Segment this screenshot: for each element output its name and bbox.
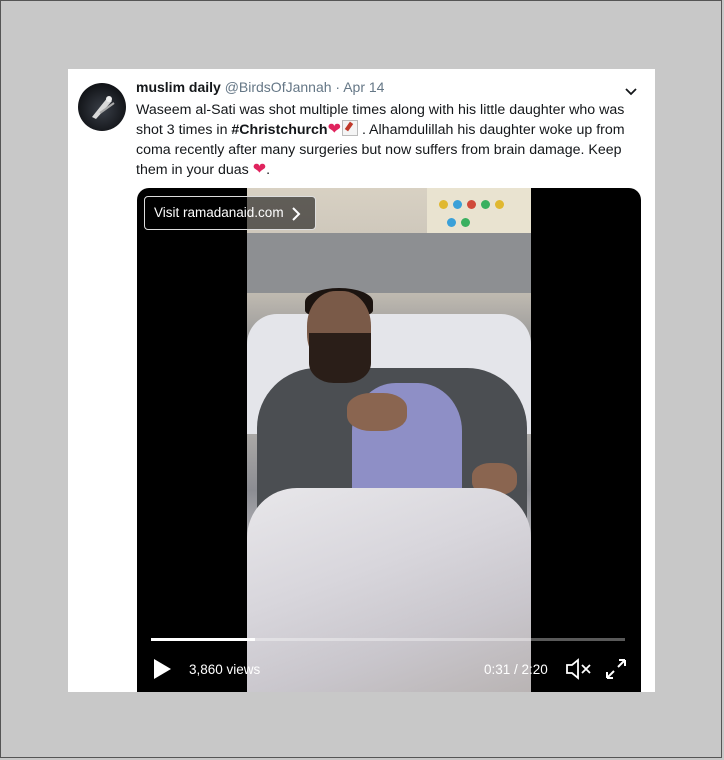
tweet-text-end: . (266, 162, 271, 178)
volume-muted-icon[interactable] (565, 657, 593, 681)
ad-link-button[interactable]: Visit ramadanaid.com (144, 196, 316, 230)
tweet-date[interactable]: Apr 14 (343, 79, 384, 95)
tweet-header: muslim daily @BirdsOfJannah · Apr 14 (136, 79, 384, 99)
video-frame (247, 188, 531, 692)
hand (347, 393, 407, 431)
progress-fill (151, 638, 256, 641)
video-time: 0:31 / 2:20 (484, 662, 548, 677)
beard (309, 333, 371, 383)
display-name[interactable]: muslim daily (136, 79, 221, 95)
play-icon[interactable] (152, 658, 172, 680)
avatar[interactable] (78, 83, 126, 131)
view-count: 3,860 views (189, 662, 261, 677)
wall-panel (247, 233, 531, 293)
ad-link-label: Visit ramadanaid.com (154, 205, 284, 220)
chevron-down-icon[interactable] (623, 83, 639, 99)
progress-bar[interactable] (151, 638, 625, 641)
user-handle[interactable]: @BirdsOfJannah (225, 79, 332, 95)
heart-emoji-2: ❤ (252, 161, 267, 178)
heart-emoji: ❤ (327, 121, 342, 138)
tweet-text: Waseem al-Sati was shot multiple times a… (136, 100, 641, 180)
tweet-card[interactable]: muslim daily @BirdsOfJannah · Apr 14 Was… (68, 69, 655, 692)
hashtag-link[interactable]: #Christchurch (231, 122, 327, 138)
pin-emoji-icon (342, 120, 359, 136)
chevron-right-icon (289, 206, 303, 222)
expand-icon[interactable] (604, 657, 628, 681)
separator-dot: · (335, 79, 341, 95)
video-player[interactable]: Visit ramadanaid.com 3,860 views 0:31 / … (137, 188, 641, 692)
